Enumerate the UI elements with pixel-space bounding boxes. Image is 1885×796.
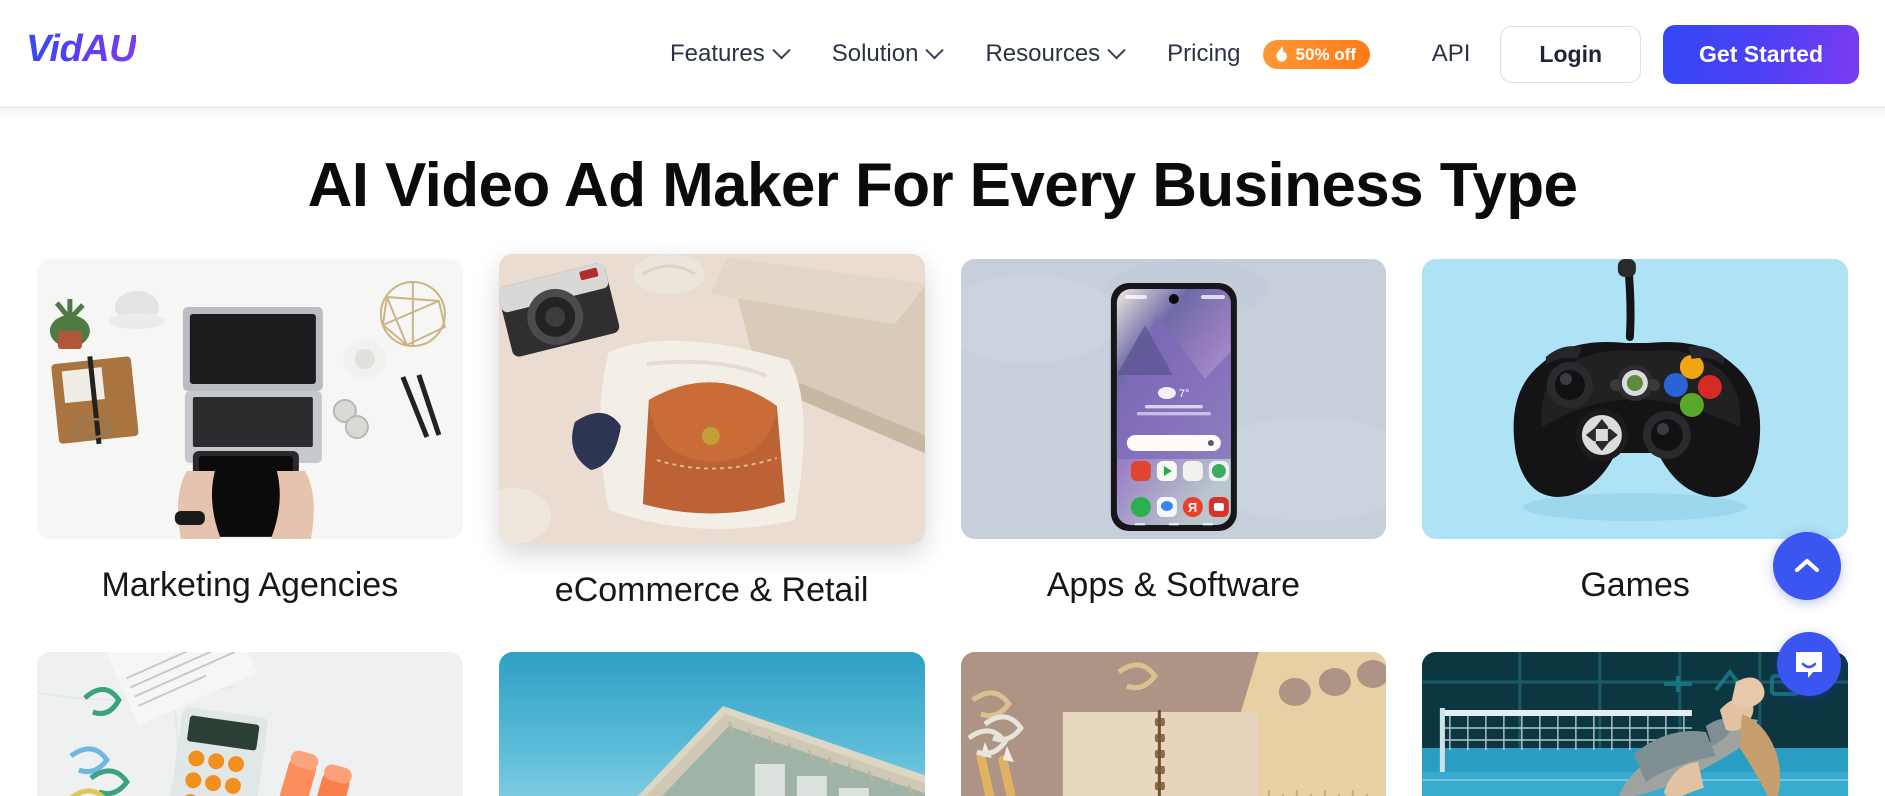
category-thumbnail-ecommerce-retail [498,254,925,544]
flame-icon [1275,44,1287,62]
svg-text:7°: 7° [1178,388,1189,400]
nav-label-features: Features [670,40,765,67]
chevron-down-icon [1107,40,1126,59]
chat-launcher-button[interactable] [1777,632,1841,696]
nav-label-pricing: Pricing [1167,40,1241,67]
category-thumbnail-building-sky [498,652,925,796]
category-thumbnail-games [1422,259,1848,539]
category-label-apps-software: Apps & Software [1046,566,1300,604]
chevron-down-icon [925,40,945,59]
nav-item-api[interactable]: API [1402,40,1501,68]
category-thumbnail-marketing-agencies [37,259,463,539]
category-thumbnail-apps-software: 7° Я [960,259,1387,539]
nav-item-resources[interactable]: Resources [963,40,1145,68]
category-card-marketing-agencies[interactable]: Marketing Agencies [37,259,463,610]
category-label-marketing-agencies: Marketing Agencies [101,566,399,604]
header-actions: API Login Get Started [1402,0,1859,108]
nav-item-features[interactable]: Features [648,40,810,68]
svg-text:Я: Я [1187,500,1196,515]
logo[interactable]: VidAU [26,28,137,71]
scroll-to-top-button[interactable] [1773,532,1841,600]
nav-label-solution: Solution [831,40,919,67]
chevron-up-icon [1794,558,1820,573]
category-grid-row-2 [37,652,1848,796]
category-card-ecommerce-retail[interactable]: eCommerce & Retail [498,254,925,610]
pricing-discount-text: 50% off [1295,44,1356,64]
page-title: AI Video Ad Maker For Every Business Typ… [307,151,1578,220]
category-card-apps-software[interactable]: 7° Я Apps & Software [960,259,1387,610]
chat-bubble-smile-icon [1796,652,1822,678]
nav-label-resources: Resources [985,40,1101,67]
category-thumbnail-office-supplies [37,652,463,796]
primary-navigation: Features Solution Resources Pricing 50% … [648,0,1392,108]
site-header: VidAU Features Solution Resources Pricin… [0,0,1885,121]
login-button[interactable]: Login [1500,25,1642,83]
category-label-ecommerce-retail: eCommerce & Retail [554,571,869,609]
category-thumbnail-notebook-stationery [960,652,1387,796]
category-grid-row-1: Marketing Agencies eCommerce & Retail 7°… [37,254,1848,610]
main-content: AI Video Ad Maker For Every Business Typ… [0,108,1885,796]
pricing-discount-badge: 50% off [1262,39,1370,69]
category-card-row2-3[interactable] [960,652,1387,796]
category-card-row2-1[interactable] [37,652,463,796]
nav-item-pricing[interactable]: Pricing 50% off [1145,39,1392,69]
nav-item-solution[interactable]: Solution [810,40,964,68]
category-card-row2-2[interactable] [498,652,925,796]
get-started-button[interactable]: Get Started [1663,24,1859,84]
chevron-down-icon [772,40,791,59]
